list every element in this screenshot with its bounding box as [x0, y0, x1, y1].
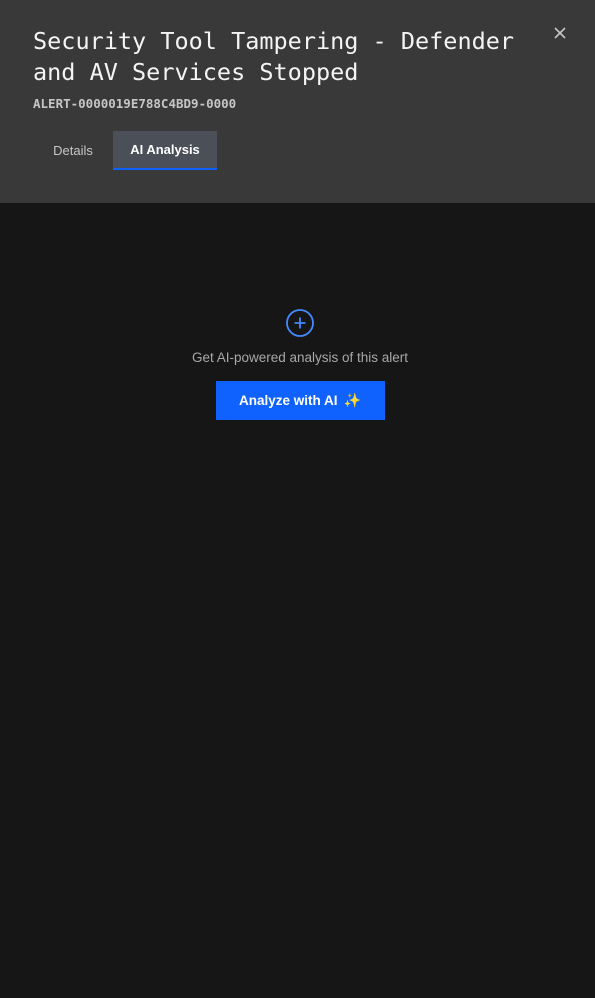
ai-analysis-content: Get AI-powered analysis of this alert An… — [0, 203, 595, 998]
alert-detail-panel: Security Tool Tampering - Defender and A… — [0, 0, 595, 998]
close-button[interactable] — [545, 18, 575, 48]
analyze-button-label: Analyze with AI — [239, 393, 338, 408]
close-icon — [554, 27, 566, 39]
panel-header: Security Tool Tampering - Defender and A… — [0, 0, 595, 203]
sparkle-icon: ✨ — [343, 392, 361, 409]
ai-analysis-empty-state: Get AI-powered analysis of this alert An… — [0, 308, 595, 420]
alert-title: Security Tool Tampering - Defender and A… — [33, 27, 515, 86]
plus-circle-icon — [286, 309, 314, 337]
analyze-with-ai-button[interactable]: Analyze with AI ✨ — [215, 381, 385, 420]
tab-ai-analysis[interactable]: AI Analysis — [113, 131, 217, 170]
tab-list: Details AI Analysis — [33, 131, 217, 170]
ai-analysis-prompt: Get AI-powered analysis of this alert — [191, 350, 409, 365]
tab-details[interactable]: Details — [33, 131, 113, 170]
alert-id: ALERT-0000019E788C4BD9-0000 — [33, 96, 237, 111]
